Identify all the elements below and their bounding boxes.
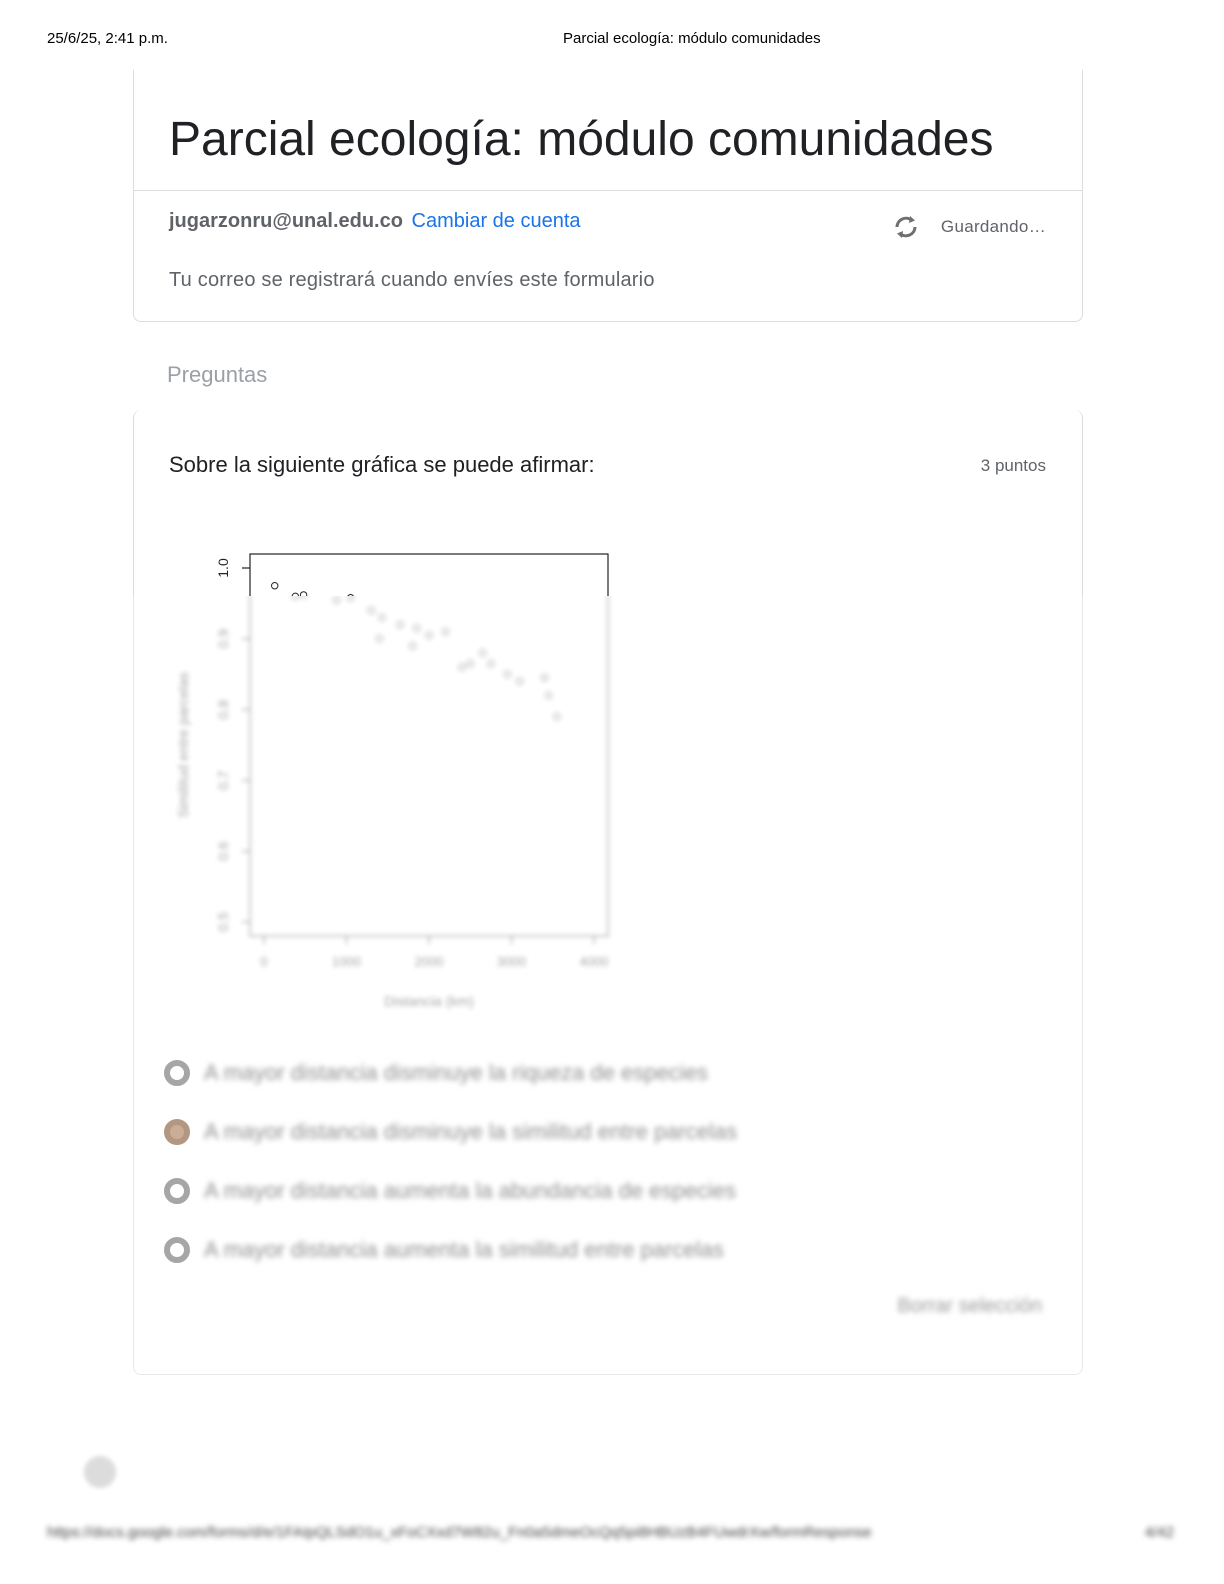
saving-label: Guardando… <box>940 217 1046 236</box>
y-tick-label: 0.6 <box>215 841 231 861</box>
print-page-title: Parcial ecología: módulo comunidades <box>563 30 821 47</box>
option-label: A mayor distancia disminuye la similitud… <box>204 1119 738 1144</box>
data-point <box>553 712 561 721</box>
option-label: A mayor distancia aumenta la similitud e… <box>204 1237 724 1262</box>
x-tick-label: 4000 <box>580 954 609 969</box>
account-row: jugarzonru@unal.edu.co Cambiar de cuenta <box>169 210 581 233</box>
x-tick-label: 2000 <box>415 954 444 969</box>
page-icon <box>84 1456 116 1488</box>
option-label: A mayor distancia disminuye la riqueza d… <box>204 1060 708 1085</box>
data-point <box>412 624 421 632</box>
footer-page-number: 4/42 <box>1144 1524 1174 1541</box>
clear-selection-button[interactable]: Borrar selección <box>897 1295 1042 1318</box>
data-point <box>503 670 512 678</box>
data-point <box>332 596 341 604</box>
x-tick-label: 1000 <box>332 954 361 969</box>
radio-button[interactable] <box>164 1178 190 1204</box>
sync-icon <box>895 216 917 238</box>
account-email: jugarzonru@unal.edu.co <box>169 210 403 232</box>
footer-url: https://docs.google.com/forms/d/e/1FAIpQ… <box>47 1524 872 1541</box>
scatter-chart: 0.5 0.6 0.7 0.8 0.9 1.0 0 1000 2000 3000 4000 Dista… <box>175 553 609 1009</box>
question-card: Sobre la siguiente gráfica se puede afir… <box>133 410 1083 1375</box>
option-1[interactable]: A mayor distancia disminuye la similitud… <box>164 1119 737 1145</box>
chart-frame <box>249 596 609 937</box>
y-tick-label: 0.9 <box>215 629 231 649</box>
form-header-card: Parcial ecología: módulo comunidades jug… <box>133 70 1083 322</box>
data-point <box>396 620 404 629</box>
y-axis-label: Similitud entre parcelas <box>175 672 191 818</box>
option-2[interactable]: A mayor distancia aumenta la abundancia … <box>164 1178 736 1204</box>
y-tick-label: 0.8 <box>215 700 231 720</box>
data-point <box>408 642 417 650</box>
data-point <box>425 631 433 639</box>
saving-status: Guardando… <box>891 213 1046 241</box>
data-point <box>478 649 487 657</box>
radio-button-selected[interactable] <box>164 1119 190 1145</box>
option-label: A mayor distancia aumenta la abundancia … <box>204 1178 737 1203</box>
y-tick-label: 0.5 <box>215 912 231 932</box>
question-title: Sobre la siguiente gráfica se puede afir… <box>169 452 595 477</box>
print-datetime: 25/6/25, 2:41 p.m. <box>47 30 168 47</box>
question-points: 3 puntos <box>980 456 1046 475</box>
switch-account-link[interactable]: Cambiar de cuenta <box>412 210 581 232</box>
data-point <box>516 677 524 685</box>
radio-button[interactable] <box>164 1237 190 1263</box>
data-point <box>466 659 474 668</box>
data-point <box>441 628 450 636</box>
print-header: 25/6/25, 2:41 p.m. Parcial ecología: mód… <box>0 30 1224 50</box>
option-3[interactable]: A mayor distancia aumenta la similitud e… <box>164 1237 724 1263</box>
data-point <box>544 691 553 700</box>
form-title: Parcial ecología: módulo comunidades <box>169 113 994 166</box>
data-point <box>367 606 375 615</box>
data-point <box>487 659 495 668</box>
data-point <box>271 582 279 590</box>
data-point <box>378 613 386 622</box>
x-tick-label: 0 <box>260 954 267 969</box>
data-point <box>540 674 549 682</box>
y-tick-label: 1.0 <box>215 558 231 578</box>
option-0[interactable]: A mayor distancia disminuye la riqueza d… <box>164 1060 708 1086</box>
chart-sharp-part: 0.50.60.70.80.91.00 1000 2000 3000 4000Dista… <box>215 553 609 596</box>
x-tick-label: 3000 <box>497 954 526 969</box>
chart-frame <box>249 553 609 596</box>
y-tick-label: 0.7 <box>215 770 231 790</box>
data-point <box>458 663 466 671</box>
divider <box>134 190 1082 191</box>
email-notice: Tu correo se registrará cuando envíes es… <box>169 269 655 291</box>
x-axis-label: Distancia (km) <box>384 993 473 1009</box>
chart-plot-group: 0.50.60.70.80.91.00 1000 2000 3000 4000Dista… <box>175 596 609 1009</box>
data-point <box>375 635 384 643</box>
section-label: Preguntas <box>167 362 268 387</box>
radio-button[interactable] <box>164 1060 190 1086</box>
